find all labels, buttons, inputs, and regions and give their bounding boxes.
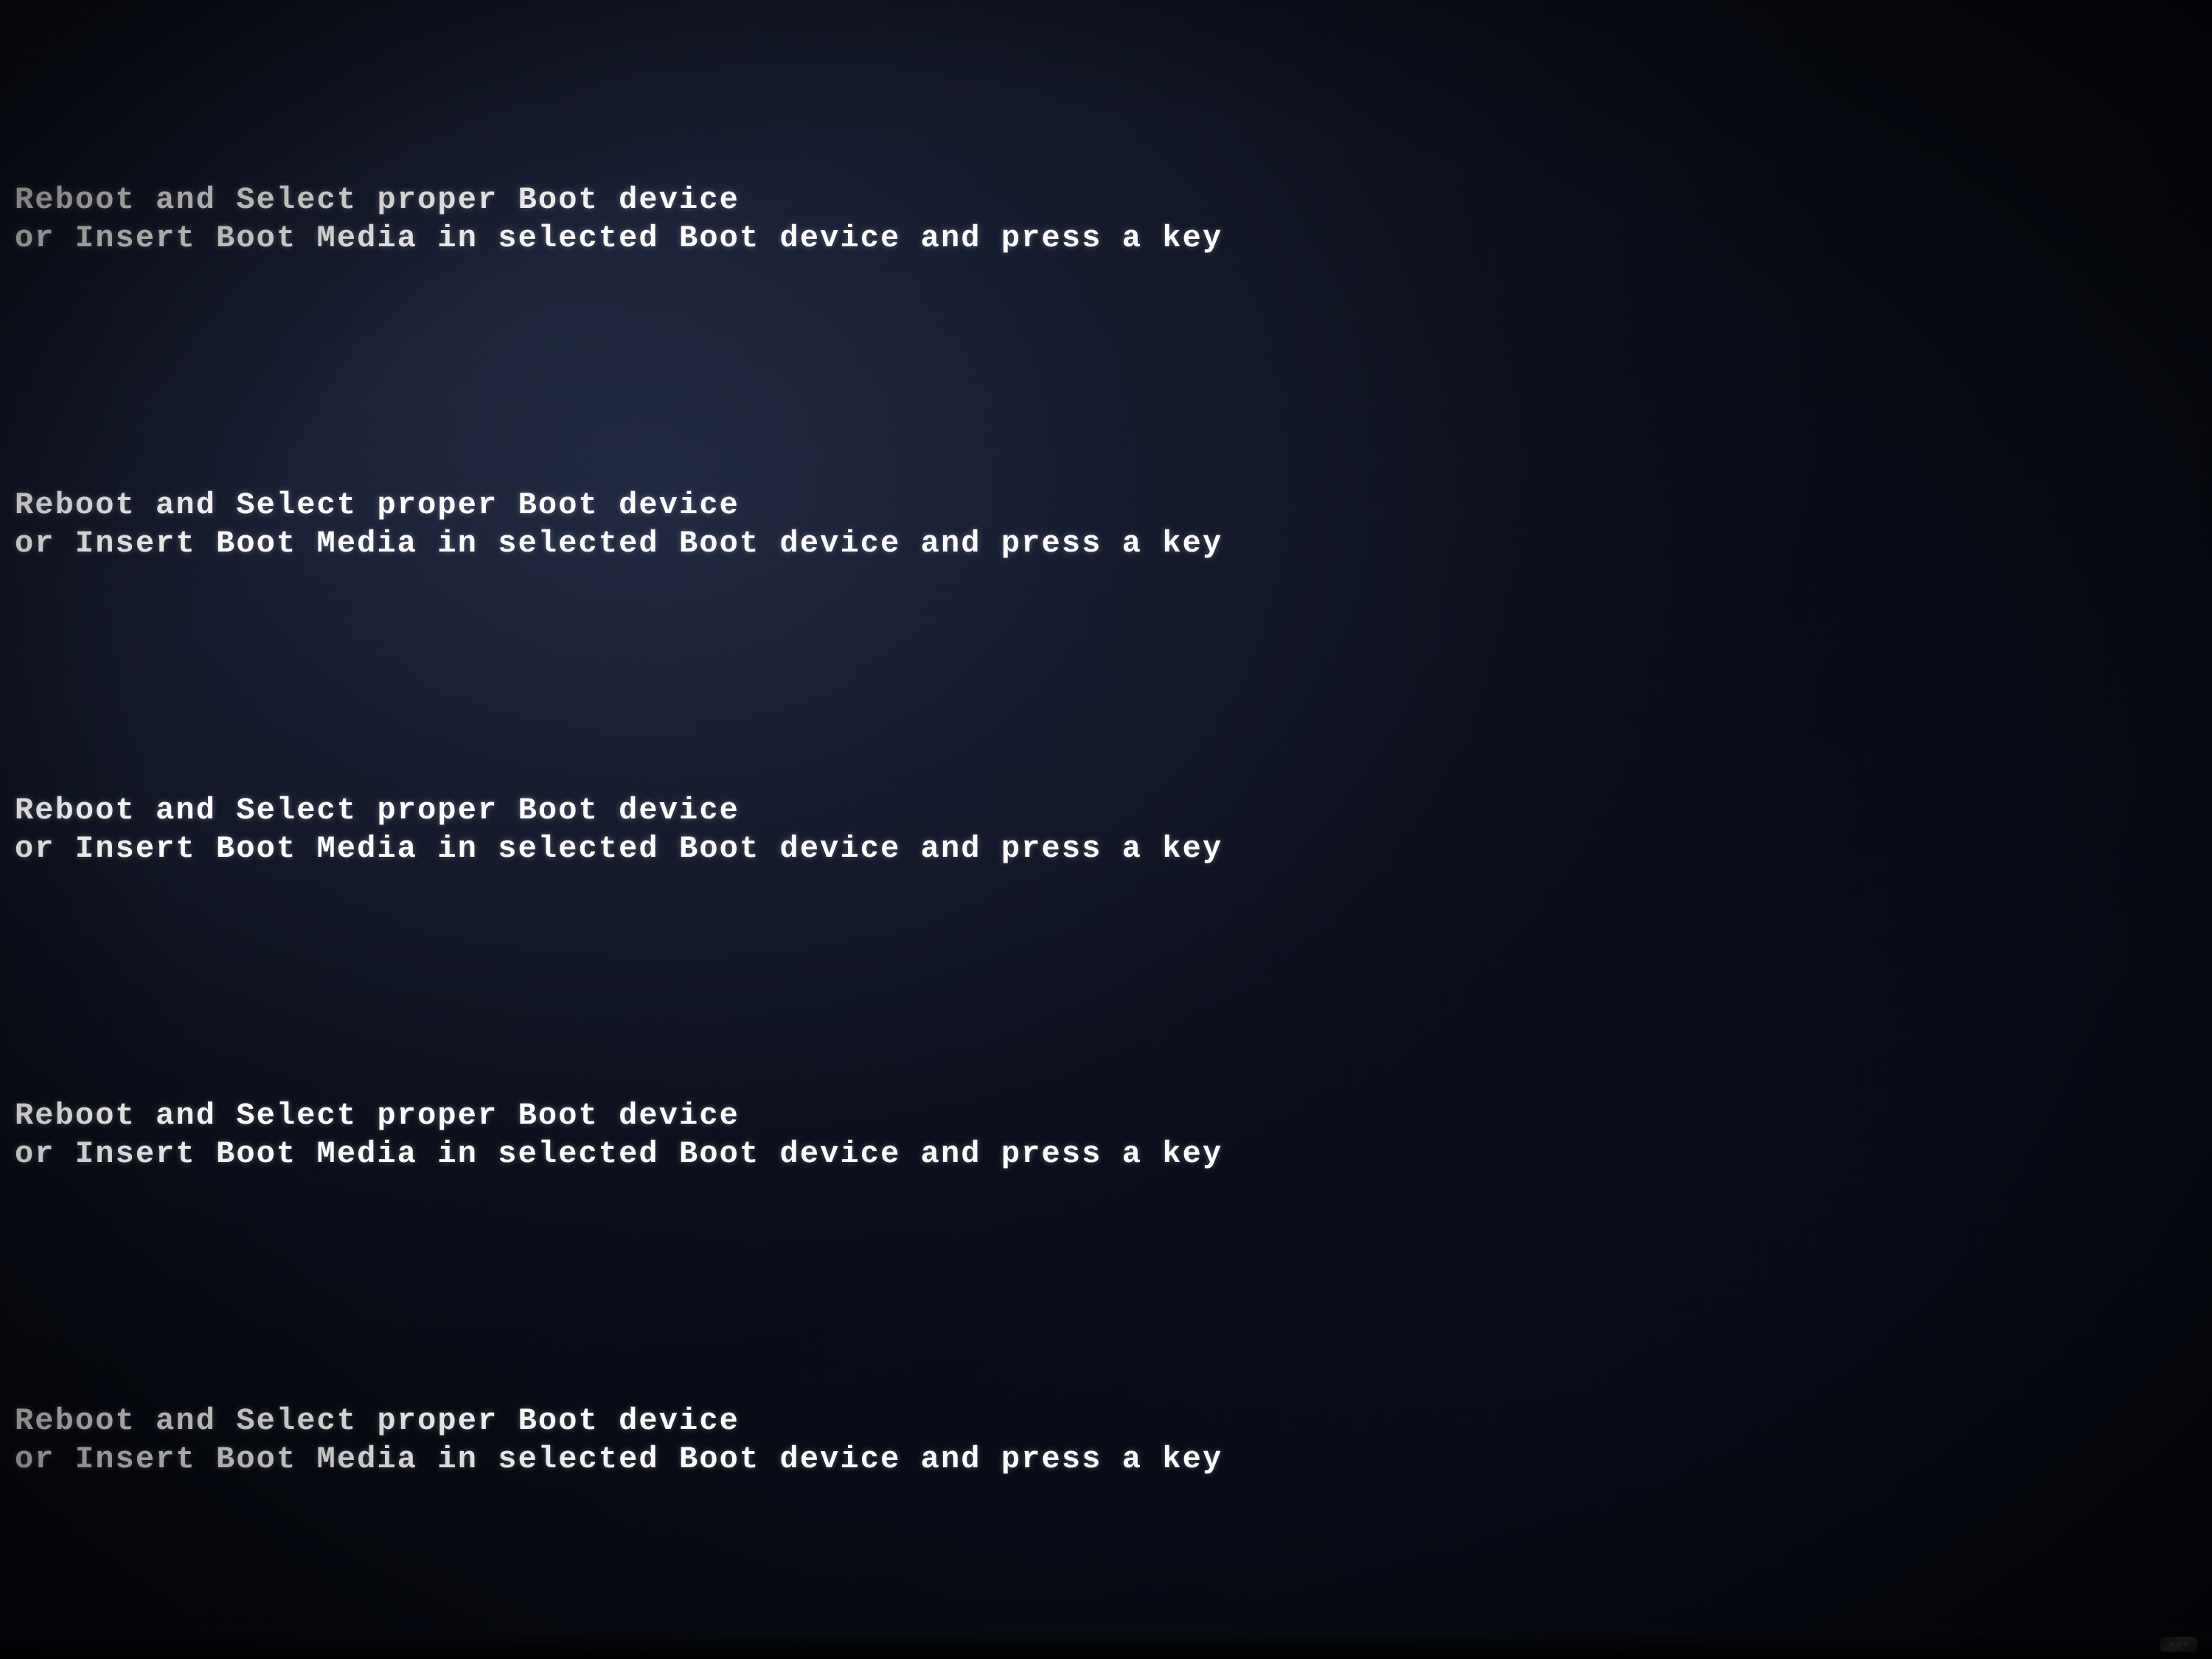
bezel-indicator bbox=[2160, 1637, 2197, 1652]
boot-line-1-4: Reboot and Select proper Boot device bbox=[15, 1098, 2197, 1133]
boot-line-2-3: or Insert Boot Media in selected Boot de… bbox=[15, 831, 2197, 866]
message-group-4: Reboot and Select proper Boot deviceor I… bbox=[15, 1098, 2197, 1172]
boot-line-2-5: or Insert Boot Media in selected Boot de… bbox=[15, 1441, 2197, 1477]
message-group-2: Reboot and Select proper Boot deviceor I… bbox=[15, 487, 2197, 561]
boot-line-1-3: Reboot and Select proper Boot device bbox=[15, 793, 2197, 828]
indicator-dot-3 bbox=[2184, 1642, 2188, 1646]
boot-line-1-1: Reboot and Select proper Boot device bbox=[15, 182, 2197, 218]
message-content: Reboot and Select proper Boot deviceor I… bbox=[15, 44, 2197, 1615]
message-group-1: Reboot and Select proper Boot deviceor I… bbox=[15, 182, 2197, 256]
boot-line-1-5: Reboot and Select proper Boot device bbox=[15, 1403, 2197, 1439]
boot-line-2-1: or Insert Boot Media in selected Boot de… bbox=[15, 220, 2197, 256]
boot-line-1-2: Reboot and Select proper Boot device bbox=[15, 487, 2197, 523]
indicator-dot-1 bbox=[2169, 1642, 2174, 1646]
indicator-dot-2 bbox=[2177, 1642, 2181, 1646]
boot-line-2-4: or Insert Boot Media in selected Boot de… bbox=[15, 1136, 2197, 1172]
boot-line-2-2: or Insert Boot Media in selected Boot de… bbox=[15, 526, 2197, 561]
bios-screen: Reboot and Select proper Boot deviceor I… bbox=[0, 0, 2212, 1659]
message-group-3: Reboot and Select proper Boot deviceor I… bbox=[15, 793, 2197, 866]
bottom-bezel bbox=[0, 1630, 2212, 1659]
message-group-5: Reboot and Select proper Boot deviceor I… bbox=[15, 1403, 2197, 1477]
